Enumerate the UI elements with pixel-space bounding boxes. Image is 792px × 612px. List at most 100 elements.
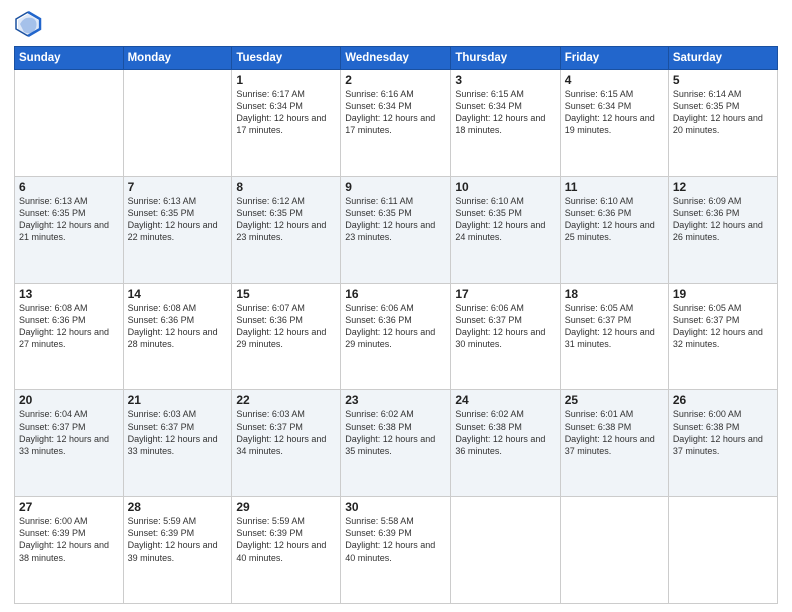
day-info: Sunrise: 6:05 AMSunset: 6:37 PMDaylight:… <box>565 302 664 351</box>
logo <box>14 10 44 38</box>
calendar-cell: 29Sunrise: 5:59 AMSunset: 6:39 PMDayligh… <box>232 497 341 604</box>
calendar-cell: 8Sunrise: 6:12 AMSunset: 6:35 PMDaylight… <box>232 176 341 283</box>
day-info: Sunrise: 6:13 AMSunset: 6:35 PMDaylight:… <box>128 195 228 244</box>
week-row-1: 1Sunrise: 6:17 AMSunset: 6:34 PMDaylight… <box>15 70 778 177</box>
day-info: Sunrise: 6:04 AMSunset: 6:37 PMDaylight:… <box>19 408 119 457</box>
day-info: Sunrise: 6:02 AMSunset: 6:38 PMDaylight:… <box>345 408 446 457</box>
day-number: 11 <box>565 180 664 194</box>
day-number: 19 <box>673 287 773 301</box>
day-info: Sunrise: 6:07 AMSunset: 6:36 PMDaylight:… <box>236 302 336 351</box>
day-number: 13 <box>19 287 119 301</box>
day-info: Sunrise: 6:15 AMSunset: 6:34 PMDaylight:… <box>455 88 555 137</box>
day-info: Sunrise: 6:01 AMSunset: 6:38 PMDaylight:… <box>565 408 664 457</box>
day-number: 6 <box>19 180 119 194</box>
calendar-cell: 7Sunrise: 6:13 AMSunset: 6:35 PMDaylight… <box>123 176 232 283</box>
calendar-cell: 13Sunrise: 6:08 AMSunset: 6:36 PMDayligh… <box>15 283 124 390</box>
calendar: SundayMondayTuesdayWednesdayThursdayFrid… <box>14 46 778 604</box>
weekday-header-wednesday: Wednesday <box>341 47 451 70</box>
calendar-cell: 11Sunrise: 6:10 AMSunset: 6:36 PMDayligh… <box>560 176 668 283</box>
day-number: 4 <box>565 73 664 87</box>
header <box>14 10 778 38</box>
calendar-cell: 3Sunrise: 6:15 AMSunset: 6:34 PMDaylight… <box>451 70 560 177</box>
calendar-cell: 16Sunrise: 6:06 AMSunset: 6:36 PMDayligh… <box>341 283 451 390</box>
day-number: 25 <box>565 393 664 407</box>
day-info: Sunrise: 6:00 AMSunset: 6:38 PMDaylight:… <box>673 408 773 457</box>
calendar-cell: 26Sunrise: 6:00 AMSunset: 6:38 PMDayligh… <box>668 390 777 497</box>
day-info: Sunrise: 6:16 AMSunset: 6:34 PMDaylight:… <box>345 88 446 137</box>
day-number: 24 <box>455 393 555 407</box>
day-info: Sunrise: 6:09 AMSunset: 6:36 PMDaylight:… <box>673 195 773 244</box>
calendar-cell <box>123 70 232 177</box>
day-number: 20 <box>19 393 119 407</box>
day-number: 10 <box>455 180 555 194</box>
day-info: Sunrise: 6:12 AMSunset: 6:35 PMDaylight:… <box>236 195 336 244</box>
calendar-cell: 15Sunrise: 6:07 AMSunset: 6:36 PMDayligh… <box>232 283 341 390</box>
calendar-cell: 1Sunrise: 6:17 AMSunset: 6:34 PMDaylight… <box>232 70 341 177</box>
weekday-header-row: SundayMondayTuesdayWednesdayThursdayFrid… <box>15 47 778 70</box>
day-number: 7 <box>128 180 228 194</box>
day-info: Sunrise: 5:59 AMSunset: 6:39 PMDaylight:… <box>128 515 228 564</box>
day-info: Sunrise: 6:11 AMSunset: 6:35 PMDaylight:… <box>345 195 446 244</box>
day-info: Sunrise: 5:59 AMSunset: 6:39 PMDaylight:… <box>236 515 336 564</box>
calendar-cell: 9Sunrise: 6:11 AMSunset: 6:35 PMDaylight… <box>341 176 451 283</box>
calendar-cell <box>668 497 777 604</box>
day-number: 5 <box>673 73 773 87</box>
day-number: 22 <box>236 393 336 407</box>
day-info: Sunrise: 6:05 AMSunset: 6:37 PMDaylight:… <box>673 302 773 351</box>
calendar-cell: 4Sunrise: 6:15 AMSunset: 6:34 PMDaylight… <box>560 70 668 177</box>
calendar-cell: 27Sunrise: 6:00 AMSunset: 6:39 PMDayligh… <box>15 497 124 604</box>
week-row-3: 13Sunrise: 6:08 AMSunset: 6:36 PMDayligh… <box>15 283 778 390</box>
day-number: 3 <box>455 73 555 87</box>
calendar-cell <box>15 70 124 177</box>
day-number: 17 <box>455 287 555 301</box>
calendar-cell: 6Sunrise: 6:13 AMSunset: 6:35 PMDaylight… <box>15 176 124 283</box>
day-number: 8 <box>236 180 336 194</box>
calendar-cell: 22Sunrise: 6:03 AMSunset: 6:37 PMDayligh… <box>232 390 341 497</box>
day-info: Sunrise: 6:08 AMSunset: 6:36 PMDaylight:… <box>19 302 119 351</box>
day-info: Sunrise: 6:06 AMSunset: 6:37 PMDaylight:… <box>455 302 555 351</box>
weekday-header-tuesday: Tuesday <box>232 47 341 70</box>
weekday-header-monday: Monday <box>123 47 232 70</box>
weekday-header-saturday: Saturday <box>668 47 777 70</box>
calendar-cell: 28Sunrise: 5:59 AMSunset: 6:39 PMDayligh… <box>123 497 232 604</box>
calendar-cell: 18Sunrise: 6:05 AMSunset: 6:37 PMDayligh… <box>560 283 668 390</box>
day-info: Sunrise: 6:17 AMSunset: 6:34 PMDaylight:… <box>236 88 336 137</box>
logo-icon <box>14 10 42 38</box>
day-number: 15 <box>236 287 336 301</box>
day-number: 26 <box>673 393 773 407</box>
calendar-cell: 24Sunrise: 6:02 AMSunset: 6:38 PMDayligh… <box>451 390 560 497</box>
day-info: Sunrise: 6:06 AMSunset: 6:36 PMDaylight:… <box>345 302 446 351</box>
calendar-cell <box>560 497 668 604</box>
calendar-cell: 19Sunrise: 6:05 AMSunset: 6:37 PMDayligh… <box>668 283 777 390</box>
calendar-cell: 17Sunrise: 6:06 AMSunset: 6:37 PMDayligh… <box>451 283 560 390</box>
calendar-cell: 10Sunrise: 6:10 AMSunset: 6:35 PMDayligh… <box>451 176 560 283</box>
day-info: Sunrise: 5:58 AMSunset: 6:39 PMDaylight:… <box>345 515 446 564</box>
week-row-2: 6 Sunrise: 6:13 AMSunset: 6:35 PMDaylight… <box>15 176 778 283</box>
calendar-cell <box>451 497 560 604</box>
day-number: 9 <box>345 180 446 194</box>
day-number: 30 <box>345 500 446 514</box>
day-info: Sunrise: 6:10 AMSunset: 6:35 PMDaylight:… <box>455 195 555 244</box>
day-number: 23 <box>345 393 446 407</box>
calendar-cell: 2Sunrise: 6:16 AMSunset: 6:34 PMDaylight… <box>341 70 451 177</box>
day-info: Sunrise: 6:00 AMSunset: 6:39 PMDaylight:… <box>19 515 119 564</box>
day-number: 1 <box>236 73 336 87</box>
calendar-cell: 30Sunrise: 5:58 AMSunset: 6:39 PMDayligh… <box>341 497 451 604</box>
weekday-header-sunday: Sunday <box>15 47 124 70</box>
day-info: Sunrise: 6:10 AMSunset: 6:36 PMDaylight:… <box>565 195 664 244</box>
day-info: Sunrise: 6:08 AMSunset: 6:36 PMDaylight:… <box>128 302 228 351</box>
day-info: Sunrise: 6:03 AMSunset: 6:37 PMDaylight:… <box>236 408 336 457</box>
day-number: 16 <box>345 287 446 301</box>
day-number: 18 <box>565 287 664 301</box>
day-number: 29 <box>236 500 336 514</box>
page: SundayMondayTuesdayWednesdayThursdayFrid… <box>0 0 792 612</box>
day-number: 2 <box>345 73 446 87</box>
calendar-cell: 5Sunrise: 6:14 AMSunset: 6:35 PMDaylight… <box>668 70 777 177</box>
day-info: Sunrise: 6:03 AMSunset: 6:37 PMDaylight:… <box>128 408 228 457</box>
weekday-header-thursday: Thursday <box>451 47 560 70</box>
day-number: 27 <box>19 500 119 514</box>
week-row-4: 20Sunrise: 6:04 AMSunset: 6:37 PMDayligh… <box>15 390 778 497</box>
day-number: 12 <box>673 180 773 194</box>
day-info: Sunrise: 6:02 AMSunset: 6:38 PMDaylight:… <box>455 408 555 457</box>
weekday-header-friday: Friday <box>560 47 668 70</box>
